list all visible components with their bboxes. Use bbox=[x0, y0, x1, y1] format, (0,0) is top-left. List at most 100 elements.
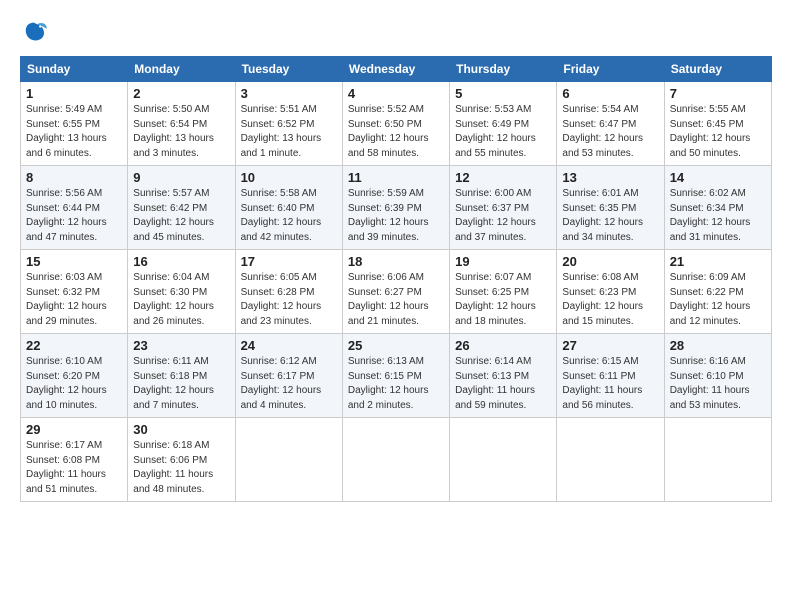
sunset-text: Sunset: 6:11 PM bbox=[562, 371, 635, 382]
day-info: Sunrise: 6:08 AMSunset: 6:23 PMDaylight:… bbox=[562, 271, 658, 329]
calendar-cell: 10Sunrise: 5:58 AMSunset: 6:40 PMDayligh… bbox=[235, 166, 342, 250]
calendar-cell: 27Sunrise: 6:15 AMSunset: 6:11 PMDayligh… bbox=[557, 334, 664, 418]
daylight-text: Daylight: 13 hours and 1 minute. bbox=[241, 133, 322, 159]
day-info: Sunrise: 6:18 AMSunset: 6:06 PMDaylight:… bbox=[133, 439, 229, 497]
calendar-cell: 26 Sunrise: 6:14 AMSunset: 6:13 PMDayligh… bbox=[450, 334, 557, 418]
calendar-cell: 22 Sunrise: 6:10 AMSunset: 6:20 PMDayligh… bbox=[21, 334, 128, 418]
day-info: Sunrise: 6:03 AMSunset: 6:32 PMDaylight:… bbox=[26, 271, 122, 329]
sunset-text: Sunset: 6:54 PM bbox=[133, 119, 207, 130]
day-info: Sunrise: 6:02 AMSunset: 6:34 PMDaylight:… bbox=[670, 187, 766, 245]
sunset-text: Sunset: 6:40 PM bbox=[241, 203, 315, 214]
calendar-cell: 17Sunrise: 6:05 AMSunset: 6:28 PMDayligh… bbox=[235, 250, 342, 334]
day-number: 24 bbox=[241, 338, 337, 353]
calendar-cell: 4Sunrise: 5:52 AMSunset: 6:50 PMDaylight… bbox=[342, 82, 449, 166]
calendar-table: SundayMondayTuesdayWednesdayThursdayFrid… bbox=[20, 56, 772, 502]
sunset-text: Sunset: 6:28 PM bbox=[241, 287, 315, 298]
sunset-text: Sunset: 6:39 PM bbox=[348, 203, 422, 214]
sunrise-text: Sunrise: 5:58 AM bbox=[241, 188, 317, 199]
day-number: 19 bbox=[455, 254, 551, 269]
sunrise-text: Sunrise: 5:49 AM bbox=[26, 104, 102, 115]
day-info: Sunrise: 6:11 AMSunset: 6:18 PMDaylight:… bbox=[133, 355, 229, 413]
daylight-text: Daylight: 12 hours and 26 minutes. bbox=[133, 301, 214, 327]
day-number: 17 bbox=[241, 254, 337, 269]
calendar-cell: 8Sunrise: 5:56 AMSunset: 6:44 PMDaylight… bbox=[21, 166, 128, 250]
sunset-text: Sunset: 6:10 PM bbox=[670, 371, 744, 382]
calendar-cell bbox=[664, 418, 771, 502]
day-number: 25 bbox=[348, 338, 444, 353]
day-number: 30 bbox=[133, 422, 229, 437]
day-number: 18 bbox=[348, 254, 444, 269]
sunset-text: Sunset: 6:55 PM bbox=[26, 119, 100, 130]
day-number: 4 bbox=[348, 86, 444, 101]
day-number: 6 bbox=[562, 86, 658, 101]
day-number: 3 bbox=[241, 86, 337, 101]
daylight-text: Daylight: 12 hours and 7 minutes. bbox=[133, 385, 214, 411]
daylight-text: Daylight: 12 hours and 50 minutes. bbox=[670, 133, 751, 159]
calendar-cell: 9Sunrise: 5:57 AMSunset: 6:42 PMDaylight… bbox=[128, 166, 235, 250]
day-info: Sunrise: 6:10 AMSunset: 6:20 PMDaylight:… bbox=[26, 355, 122, 413]
calendar-cell: 30 Sunrise: 6:18 AMSunset: 6:06 PMDayligh… bbox=[128, 418, 235, 502]
daylight-text: Daylight: 12 hours and 4 minutes. bbox=[241, 385, 322, 411]
calendar-cell: 20 Sunrise: 6:08 AMSunset: 6:23 PMDayligh… bbox=[557, 250, 664, 334]
daylight-text: Daylight: 12 hours and 18 minutes. bbox=[455, 301, 536, 327]
calendar-cell: 2 Sunrise: 5:50 AM Sunset: 6:54 PM Daylight… bbox=[128, 82, 235, 166]
calendar-cell: 24Sunrise: 6:12 AMSunset: 6:17 PMDayligh… bbox=[235, 334, 342, 418]
day-number: 15 bbox=[26, 254, 122, 269]
day-info: Sunrise: 5:53 AMSunset: 6:49 PMDaylight:… bbox=[455, 103, 551, 161]
sunset-text: Sunset: 6:25 PM bbox=[455, 287, 529, 298]
day-info: Sunrise: 6:06 AMSunset: 6:27 PMDaylight:… bbox=[348, 271, 444, 329]
calendar-week-row: 1Sunrise: 5:49 AMSunset: 6:55 PMDaylight… bbox=[21, 82, 772, 166]
day-info: Sunrise: 6:14 AMSunset: 6:13 PMDaylight:… bbox=[455, 355, 551, 413]
weekday-header-wednesday: Wednesday bbox=[342, 57, 449, 82]
sunrise-text: Sunrise: 5:55 AM bbox=[670, 104, 746, 115]
sunrise-text: Sunrise: 5:50 AM bbox=[133, 104, 209, 115]
daylight-text: Daylight: 13 hours and 3 minutes. bbox=[133, 133, 214, 159]
sunset-text: Sunset: 6:27 PM bbox=[348, 287, 422, 298]
daylight-text: Daylight: 12 hours and 55 minutes. bbox=[455, 133, 536, 159]
page: SundayMondayTuesdayWednesdayThursdayFrid… bbox=[0, 0, 792, 512]
day-number: 23 bbox=[133, 338, 229, 353]
day-number: 29 bbox=[26, 422, 122, 437]
daylight-text: Daylight: 12 hours and 37 minutes. bbox=[455, 217, 536, 243]
day-info: Sunrise: 6:17 AMSunset: 6:08 PMDaylight:… bbox=[26, 439, 122, 497]
calendar-cell: 21Sunrise: 6:09 AMSunset: 6:22 PMDayligh… bbox=[664, 250, 771, 334]
calendar-cell: 19 Sunrise: 6:07 AMSunset: 6:25 PMDayligh… bbox=[450, 250, 557, 334]
sunrise-text: Sunrise: 5:56 AM bbox=[26, 188, 102, 199]
sunrise-text: Sunrise: 6:10 AM bbox=[26, 356, 102, 367]
sunset-text: Sunset: 6:30 PM bbox=[133, 287, 207, 298]
day-number: 2 bbox=[133, 86, 229, 101]
sunset-text: Sunset: 6:45 PM bbox=[670, 119, 744, 130]
daylight-text: Daylight: 12 hours and 21 minutes. bbox=[348, 301, 429, 327]
day-info: Sunrise: 6:07 AMSunset: 6:25 PMDaylight:… bbox=[455, 271, 551, 329]
day-info: Sunrise: 5:49 AM Sunset: 6:55 PM Daylight:… bbox=[26, 103, 122, 161]
header bbox=[20, 18, 772, 46]
day-info: Sunrise: 5:59 AMSunset: 6:39 PMDaylight:… bbox=[348, 187, 444, 245]
sunset-text: Sunset: 6:34 PM bbox=[670, 203, 744, 214]
daylight-text: Daylight: 12 hours and 23 minutes. bbox=[241, 301, 322, 327]
calendar-cell: 23 Sunrise: 6:11 AMSunset: 6:18 PMDayligh… bbox=[128, 334, 235, 418]
sunrise-text: Sunrise: 6:16 AM bbox=[670, 356, 746, 367]
calendar-week-row: 8Sunrise: 5:56 AMSunset: 6:44 PMDaylight… bbox=[21, 166, 772, 250]
daylight-text: Daylight: 12 hours and 29 minutes. bbox=[26, 301, 107, 327]
weekday-header-saturday: Saturday bbox=[664, 57, 771, 82]
daylight-text: Daylight: 13 hours and 6 minutes. bbox=[26, 133, 107, 159]
logo bbox=[20, 18, 52, 46]
calendar-cell: 12Sunrise: 6:00 AMSunset: 6:37 PMDayligh… bbox=[450, 166, 557, 250]
sunset-text: Sunset: 6:37 PM bbox=[455, 203, 529, 214]
daylight-text: Daylight: 12 hours and 53 minutes. bbox=[562, 133, 643, 159]
sunset-text: Sunset: 6:23 PM bbox=[562, 287, 636, 298]
day-number: 20 bbox=[562, 254, 658, 269]
sunset-text: Sunset: 6:49 PM bbox=[455, 119, 529, 130]
calendar-week-row: 15 Sunrise: 6:03 AMSunset: 6:32 PMDayligh… bbox=[21, 250, 772, 334]
calendar-cell bbox=[342, 418, 449, 502]
sunrise-text: Sunrise: 6:09 AM bbox=[670, 272, 746, 283]
daylight-text: Daylight: 12 hours and 45 minutes. bbox=[133, 217, 214, 243]
day-info: Sunrise: 5:57 AMSunset: 6:42 PMDaylight:… bbox=[133, 187, 229, 245]
sunrise-text: Sunrise: 6:18 AM bbox=[133, 440, 209, 451]
day-number: 26 bbox=[455, 338, 551, 353]
day-number: 22 bbox=[26, 338, 122, 353]
day-number: 7 bbox=[670, 86, 766, 101]
calendar-cell: 13Sunrise: 6:01 AMSunset: 6:35 PMDayligh… bbox=[557, 166, 664, 250]
weekday-header-sunday: Sunday bbox=[21, 57, 128, 82]
weekday-header-thursday: Thursday bbox=[450, 57, 557, 82]
